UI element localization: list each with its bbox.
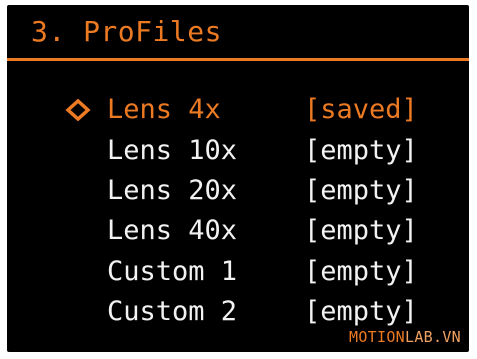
profile-name: Custom 1 <box>107 256 238 287</box>
profile-item-lens-40x[interactable]: Lens 40x [empty] <box>7 211 469 251</box>
profile-name: Lens 40x <box>107 215 238 246</box>
watermark-logo: MOTIONLAB.VN <box>349 328 461 346</box>
profile-name: Lens 4x <box>107 94 221 125</box>
diamond-outline-icon <box>62 90 96 130</box>
profile-name: Lens 20x <box>107 175 238 206</box>
profile-status: [saved] <box>304 94 418 125</box>
device-photo-frame: 3. ProFiles Lens 4x [saved] Lens 10x [em… <box>0 0 477 359</box>
screen-title: 3. ProFiles <box>31 15 222 48</box>
profile-name: Custom 2 <box>107 296 238 327</box>
profile-status: [empty] <box>304 175 418 206</box>
profile-item-custom-2[interactable]: Custom 2 [empty] <box>7 292 469 332</box>
profile-item-lens-4x[interactable]: Lens 4x [saved] <box>7 90 469 130</box>
watermark-text-motion: MOTION <box>349 328 405 346</box>
profile-status: [empty] <box>304 256 418 287</box>
profile-name: Lens 10x <box>107 135 238 166</box>
title-divider <box>7 58 469 61</box>
profile-status: [empty] <box>304 215 418 246</box>
profile-item-lens-10x[interactable]: Lens 10x [empty] <box>7 131 469 171</box>
profile-item-lens-20x[interactable]: Lens 20x [empty] <box>7 171 469 211</box>
lcd-screen: 3. ProFiles Lens 4x [saved] Lens 10x [em… <box>7 5 469 352</box>
profile-item-custom-1[interactable]: Custom 1 [empty] <box>7 252 469 292</box>
watermark-text-lab: LAB.VN <box>405 328 461 346</box>
profile-status: [empty] <box>304 135 418 166</box>
profile-status: [empty] <box>304 296 418 327</box>
